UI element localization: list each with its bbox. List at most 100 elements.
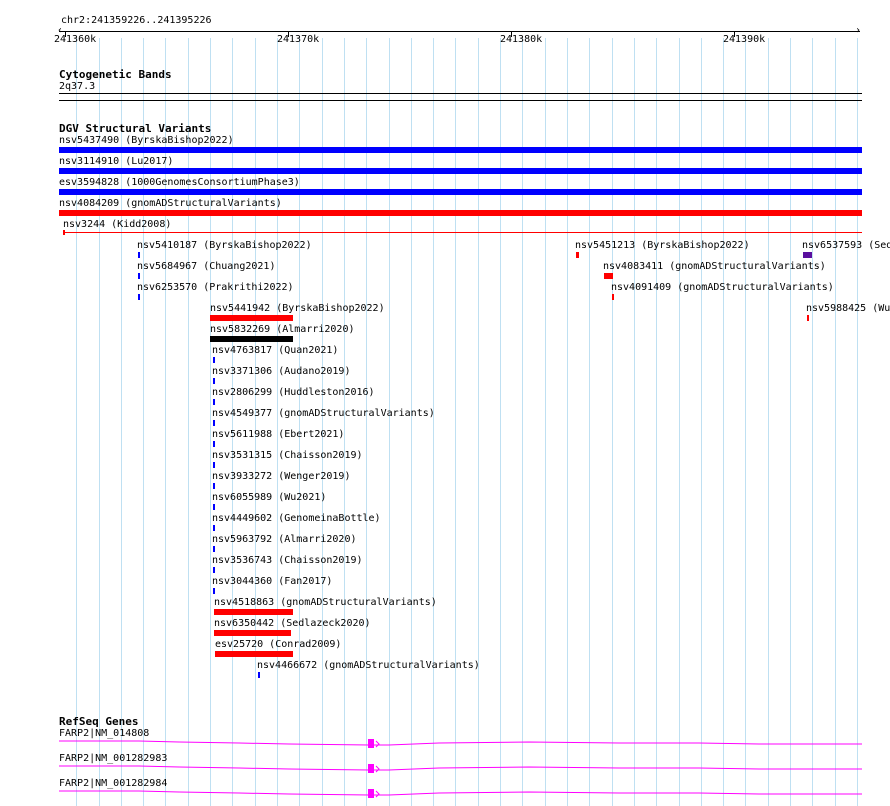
sv-feature[interactable] bbox=[213, 525, 215, 531]
sv-label: nsv5611988 (Ebert2021) bbox=[212, 429, 345, 440]
refseq-track-title[interactable]: RefSeq Genes bbox=[59, 715, 138, 728]
sv-label: nsv5988425 (Wu bbox=[806, 303, 890, 314]
sv-label: nsv5410187 (ByrskaBishop2022) bbox=[137, 240, 312, 251]
grid-line bbox=[745, 38, 746, 806]
transcript-model[interactable] bbox=[59, 738, 862, 752]
sv-feature[interactable] bbox=[258, 672, 260, 678]
transcript-label: FARP2|NM_001282983 bbox=[59, 753, 168, 764]
sv-label: nsv3371306 (Audano2019) bbox=[212, 366, 351, 377]
grid-line bbox=[857, 38, 858, 806]
sv-feature[interactable] bbox=[63, 232, 862, 233]
sv-label: esv25720 (Conrad2009) bbox=[215, 639, 342, 650]
grid-line bbox=[433, 38, 434, 806]
sv-label: esv3594828 (1000GenomesConsortiumPhase3) bbox=[59, 177, 300, 188]
ruler-tick-label: 241360k bbox=[54, 34, 97, 45]
grid-line bbox=[121, 38, 122, 806]
grid-line bbox=[634, 38, 635, 806]
cytoband-bar-bottom bbox=[59, 100, 862, 101]
cytoband-track-title[interactable]: Cytogenetic Bands bbox=[59, 68, 172, 81]
grid-line bbox=[612, 38, 613, 806]
sv-feature[interactable] bbox=[213, 420, 215, 426]
grid-line bbox=[790, 38, 791, 806]
sv-label: nsv5437490 (ByrskaBishop2022) bbox=[59, 135, 234, 146]
sv-label: nsv2806299 (Huddleston2016) bbox=[212, 387, 375, 398]
sv-label: nsv3244 (Kidd2008) bbox=[63, 219, 172, 230]
grid-line bbox=[232, 38, 233, 806]
sv-label: nsv3536743 (Chaisson2019) bbox=[212, 555, 363, 566]
sv-label: nsv6253570 (Prakrithi2022) bbox=[137, 282, 294, 293]
sv-feature[interactable] bbox=[214, 630, 291, 636]
sv-feature[interactable] bbox=[604, 273, 613, 279]
dgv-track-title[interactable]: DGV Structural Variants bbox=[59, 122, 211, 135]
grid-line bbox=[679, 38, 680, 806]
sv-feature[interactable] bbox=[213, 357, 215, 363]
grid-line bbox=[522, 38, 523, 806]
sv-label: nsv5832269 (Almarri2020) bbox=[210, 324, 355, 335]
grid-line bbox=[500, 38, 501, 806]
grid-line bbox=[366, 38, 367, 806]
transcript-label: FARP2|NM_001282984 bbox=[59, 778, 168, 789]
grid-line bbox=[701, 38, 702, 806]
sv-label: nsv4449602 (GenomeinaBottle) bbox=[212, 513, 381, 524]
grid-line bbox=[210, 38, 211, 806]
sv-feature[interactable] bbox=[213, 504, 215, 510]
sv-label: nsv4763817 (Quan2021) bbox=[212, 345, 339, 356]
grid-line bbox=[344, 38, 345, 806]
sv-feature[interactable] bbox=[213, 441, 215, 447]
sv-feature[interactable] bbox=[612, 294, 614, 300]
transcript-model[interactable] bbox=[59, 763, 862, 777]
sv-label: nsv3531315 (Chaisson2019) bbox=[212, 450, 363, 461]
sv-feature[interactable] bbox=[213, 588, 215, 594]
grid-line bbox=[389, 38, 390, 806]
sv-label: nsv4466672 (gnomADStructuralVariants) bbox=[257, 660, 480, 671]
grid-line bbox=[545, 38, 546, 806]
grid-line bbox=[277, 38, 278, 806]
sv-label: nsv5451213 (ByrskaBishop2022) bbox=[575, 240, 750, 251]
locus-label: chr2:241359226..241395226 bbox=[61, 15, 212, 26]
sv-feature[interactable] bbox=[59, 189, 862, 195]
cytoband-bar-top bbox=[59, 93, 862, 94]
sv-feature[interactable] bbox=[803, 252, 812, 258]
sv-feature[interactable] bbox=[138, 252, 140, 258]
sv-feature[interactable] bbox=[138, 273, 140, 279]
grid-line bbox=[99, 38, 100, 806]
sv-feature[interactable] bbox=[210, 336, 293, 342]
sv-feature[interactable] bbox=[213, 378, 215, 384]
sv-feature[interactable] bbox=[213, 399, 215, 405]
grid-line bbox=[455, 38, 456, 806]
genome-browser-view: chr2:241359226..241395226 ‹ › 241360k 24… bbox=[0, 0, 890, 806]
sv-label: nsv6055989 (Wu2021) bbox=[212, 492, 327, 503]
grid-line bbox=[76, 38, 77, 806]
sv-label: nsv4091409 (gnomADStructuralVariants) bbox=[611, 282, 834, 293]
sv-feature[interactable] bbox=[213, 483, 215, 489]
transcript-label: FARP2|NM_014808 bbox=[59, 728, 150, 739]
ruler-scale bbox=[59, 31, 860, 32]
sv-feature[interactable] bbox=[576, 252, 579, 258]
grid-line bbox=[768, 38, 769, 806]
sv-label: nsv5963792 (Almarri2020) bbox=[212, 534, 357, 545]
grid-line bbox=[322, 38, 323, 806]
sv-feature[interactable] bbox=[213, 567, 215, 573]
sv-feature[interactable] bbox=[59, 147, 862, 153]
sv-feature[interactable] bbox=[213, 546, 215, 552]
sv-feature[interactable] bbox=[210, 315, 293, 321]
sv-label: nsv3114910 (Lu2017) bbox=[59, 156, 174, 167]
cytoband-label: 2q37.3 bbox=[59, 81, 96, 92]
sv-label: nsv4084209 (gnomADStructuralVariants) bbox=[59, 198, 282, 209]
grid-line bbox=[411, 38, 412, 806]
scroll-right-arrow-icon[interactable]: › bbox=[855, 26, 861, 36]
sv-feature-end bbox=[63, 230, 65, 235]
sv-feature[interactable] bbox=[138, 294, 140, 300]
grid-line bbox=[478, 38, 479, 806]
grid-line bbox=[567, 38, 568, 806]
sv-label: nsv3044360 (Fan2017) bbox=[212, 576, 333, 587]
transcript-model[interactable] bbox=[59, 788, 862, 802]
grid-line bbox=[812, 38, 813, 806]
sv-feature[interactable] bbox=[59, 210, 862, 216]
grid-line bbox=[165, 38, 166, 806]
sv-feature[interactable] bbox=[59, 168, 862, 174]
sv-feature[interactable] bbox=[213, 462, 215, 468]
sv-feature[interactable] bbox=[215, 651, 293, 657]
sv-feature[interactable] bbox=[214, 609, 293, 615]
sv-feature[interactable] bbox=[807, 315, 809, 321]
